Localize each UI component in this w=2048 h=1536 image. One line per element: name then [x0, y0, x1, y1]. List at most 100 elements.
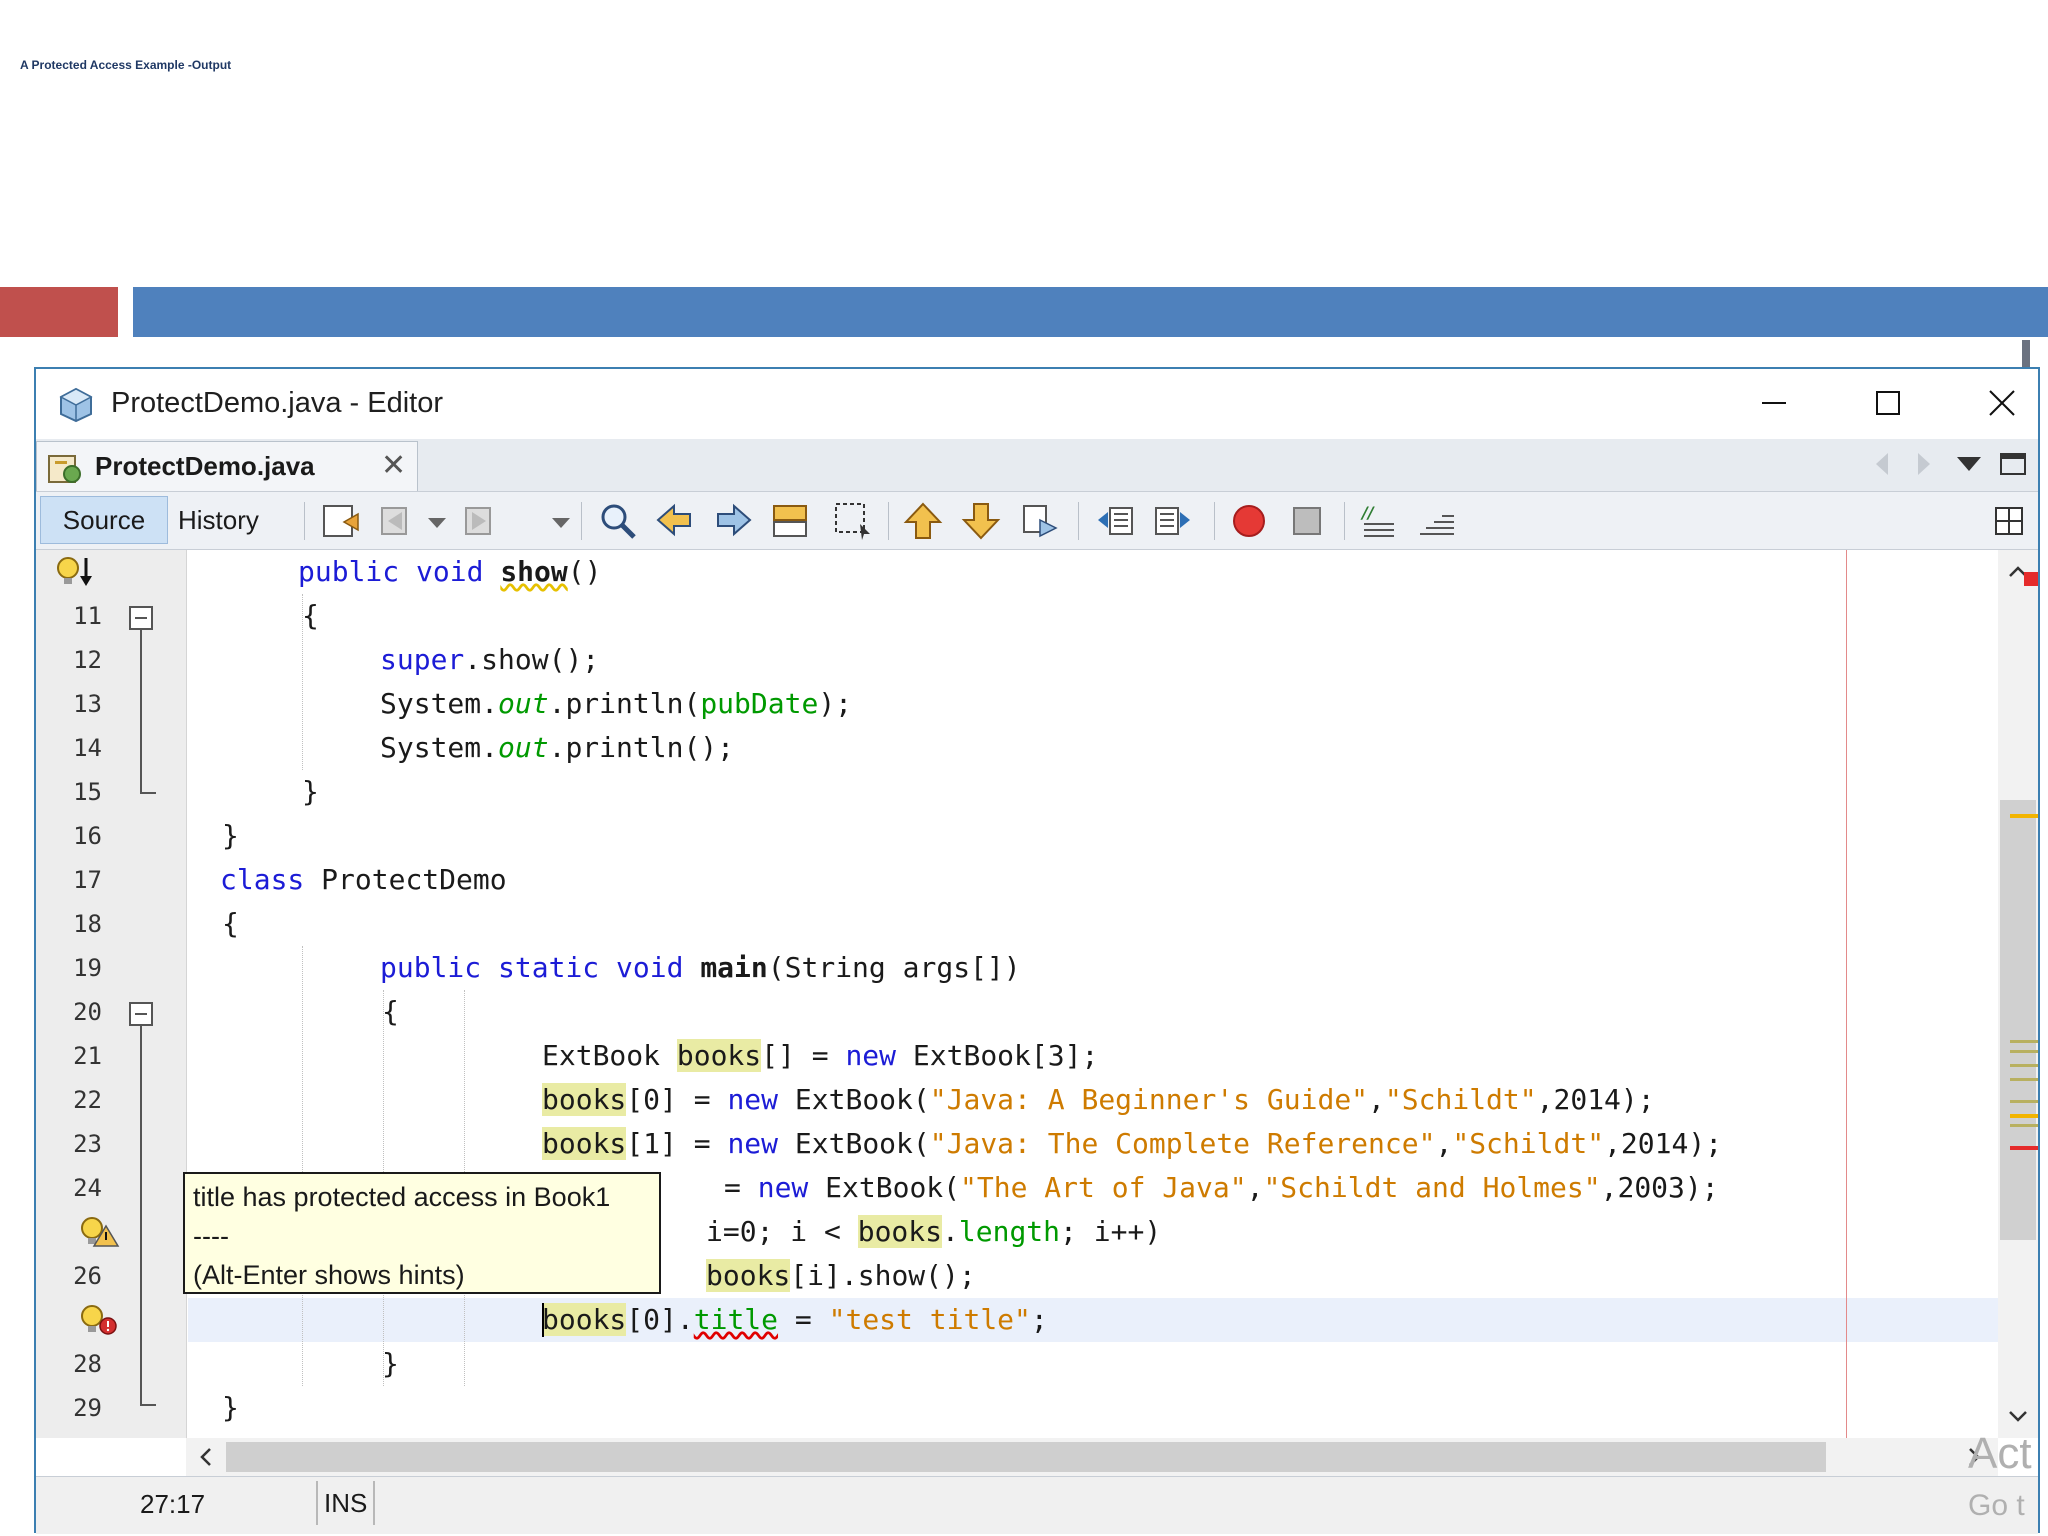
horizontal-scroll-thumb[interactable] — [226, 1442, 1826, 1472]
toggle-rectangular-selection-icon[interactable] — [832, 500, 874, 542]
horizontal-scrollbar[interactable] — [186, 1438, 1998, 1476]
occurrence-mark[interactable] — [2010, 1050, 2038, 1053]
watermark-line-2: Go t — [1968, 1489, 2025, 1522]
code-text: , — [1368, 1083, 1385, 1116]
editor-toolbar: Source History // — [36, 492, 2038, 550]
class-name: ProtectDemo — [321, 863, 507, 896]
tab-history[interactable]: History — [178, 496, 259, 544]
title-bar[interactable]: ProtectDemo.java - Editor — [36, 369, 2038, 439]
line-number: 13 — [73, 690, 102, 718]
variable-occurrence: books — [542, 1303, 627, 1336]
occurrence-mark[interactable] — [2010, 1078, 2038, 1081]
error-mark[interactable] — [2010, 1146, 2038, 1150]
tab-source[interactable]: Source — [40, 496, 168, 544]
code-text: ExtBook — [542, 1039, 677, 1072]
error-field-ref: title — [693, 1303, 779, 1336]
code-text: ExtBook( — [808, 1171, 961, 1204]
tab-protectdemo-java[interactable]: ProtectDemo.java ✕ — [36, 441, 418, 491]
warning-bulb-icon[interactable] — [78, 1214, 122, 1250]
toolbar-separator — [581, 502, 582, 540]
next-bookmark-icon[interactable] — [960, 500, 1002, 542]
line-number: 18 — [73, 910, 102, 938]
occurrence-mark[interactable] — [2010, 1064, 2038, 1067]
start-macro-recording-icon[interactable] — [1228, 500, 1270, 542]
toggle-bookmark-icon[interactable] — [1018, 500, 1060, 542]
restore-window-icon[interactable] — [1998, 449, 2028, 479]
code-line-16: } — [222, 819, 239, 852]
code-text: [0]. — [626, 1303, 694, 1336]
code-text: .show(); — [464, 643, 600, 676]
fold-end — [140, 1404, 156, 1406]
java-file-icon — [48, 455, 81, 483]
keyword: public — [298, 555, 400, 588]
fold-line — [140, 630, 142, 792]
previous-bookmark-icon[interactable] — [902, 500, 944, 542]
hint-bulb-icon[interactable] — [54, 554, 98, 590]
keyword: void — [416, 555, 484, 588]
cursor-position[interactable]: 27:17 — [140, 1489, 205, 1520]
line-number: 12 — [73, 646, 102, 674]
code-line-29: } — [222, 1391, 239, 1424]
code-text: ; i++) — [1060, 1215, 1162, 1248]
tab-close-icon[interactable]: ✕ — [381, 448, 406, 483]
line-number-gutter[interactable]: 11 12 13 14 15 16 17 18 19 20 21 22 23 2… — [36, 550, 187, 1438]
svg-text://: // — [1360, 503, 1375, 522]
go-back-icon[interactable] — [376, 500, 418, 542]
stop-macro-recording-icon[interactable] — [1286, 500, 1328, 542]
fold-toggle[interactable] — [129, 606, 153, 630]
last-edit-icon[interactable] — [320, 500, 362, 542]
error-stripe[interactable] — [2010, 550, 2040, 1438]
fold-toggle[interactable] — [129, 1002, 153, 1026]
split-editor-icon[interactable] — [1988, 500, 2030, 542]
shift-right-icon[interactable] — [1152, 500, 1194, 542]
close-button[interactable] — [1974, 377, 2030, 429]
toggle-highlight-search-icon[interactable] — [770, 500, 812, 542]
toolbar-separator — [1344, 502, 1345, 540]
code-line-10: public void show() — [298, 550, 601, 594]
code-area[interactable]: public void show() { super.show(); Syste… — [188, 550, 1998, 1438]
code-line-20: { — [382, 995, 399, 1028]
line-number: 15 — [73, 778, 102, 806]
tooltip-message: title has protected access in Book1 — [193, 1182, 611, 1212]
code-text: = — [778, 1303, 829, 1336]
scroll-left-icon[interactable] — [196, 1446, 216, 1468]
comment-icon[interactable]: // — [1358, 500, 1400, 542]
maximize-button[interactable] — [1860, 377, 1916, 429]
string-literal: "Schildt" — [1384, 1083, 1537, 1116]
forward-dropdown-icon[interactable] — [540, 500, 582, 542]
minimize-button[interactable] — [1746, 377, 1802, 429]
string-literal: "The Art of Java" — [960, 1171, 1247, 1204]
field-ref: length — [958, 1215, 1061, 1248]
find-previous-icon[interactable] — [654, 500, 696, 542]
code-text: ,2014); — [1604, 1127, 1723, 1160]
error-bulb-icon[interactable] — [78, 1302, 122, 1338]
warning-mark[interactable] — [2010, 814, 2038, 818]
find-next-icon[interactable] — [712, 500, 754, 542]
warning-mark[interactable] — [2010, 1114, 2038, 1118]
keyword: new — [845, 1039, 897, 1072]
watermark-line-1: Act — [1968, 1429, 2032, 1478]
tab-scroll-right-icon[interactable] — [1914, 449, 1934, 479]
code-line-15: } — [302, 775, 319, 808]
uncomment-icon[interactable] — [1416, 500, 1458, 542]
line-number: 20 — [73, 998, 102, 1026]
go-forward-icon[interactable] — [456, 500, 498, 542]
code-line-12: super.show(); — [380, 638, 599, 682]
error-indicator[interactable] — [2024, 572, 2038, 586]
tooltip-separator: ---- — [193, 1221, 229, 1251]
line-number: 19 — [73, 954, 102, 982]
string-literal: "Java: The Complete Reference" — [929, 1127, 1436, 1160]
back-dropdown-icon[interactable] — [416, 500, 458, 542]
code-text: ExtBook[3]; — [896, 1039, 1099, 1072]
occurrence-mark[interactable] — [2010, 1124, 2038, 1127]
find-icon[interactable] — [596, 500, 638, 542]
occurrence-mark[interactable] — [2010, 1040, 2038, 1043]
tab-list-dropdown-icon[interactable] — [1954, 449, 1984, 479]
shift-left-icon[interactable] — [1094, 500, 1136, 542]
code-text: ; — [1030, 1303, 1048, 1336]
keyword: class — [220, 863, 305, 896]
occurrence-mark[interactable] — [2010, 1100, 2038, 1103]
insert-mode[interactable]: INS — [316, 1481, 376, 1525]
tab-scroll-left-icon[interactable] — [1872, 449, 1892, 479]
static-field: out — [498, 731, 549, 764]
